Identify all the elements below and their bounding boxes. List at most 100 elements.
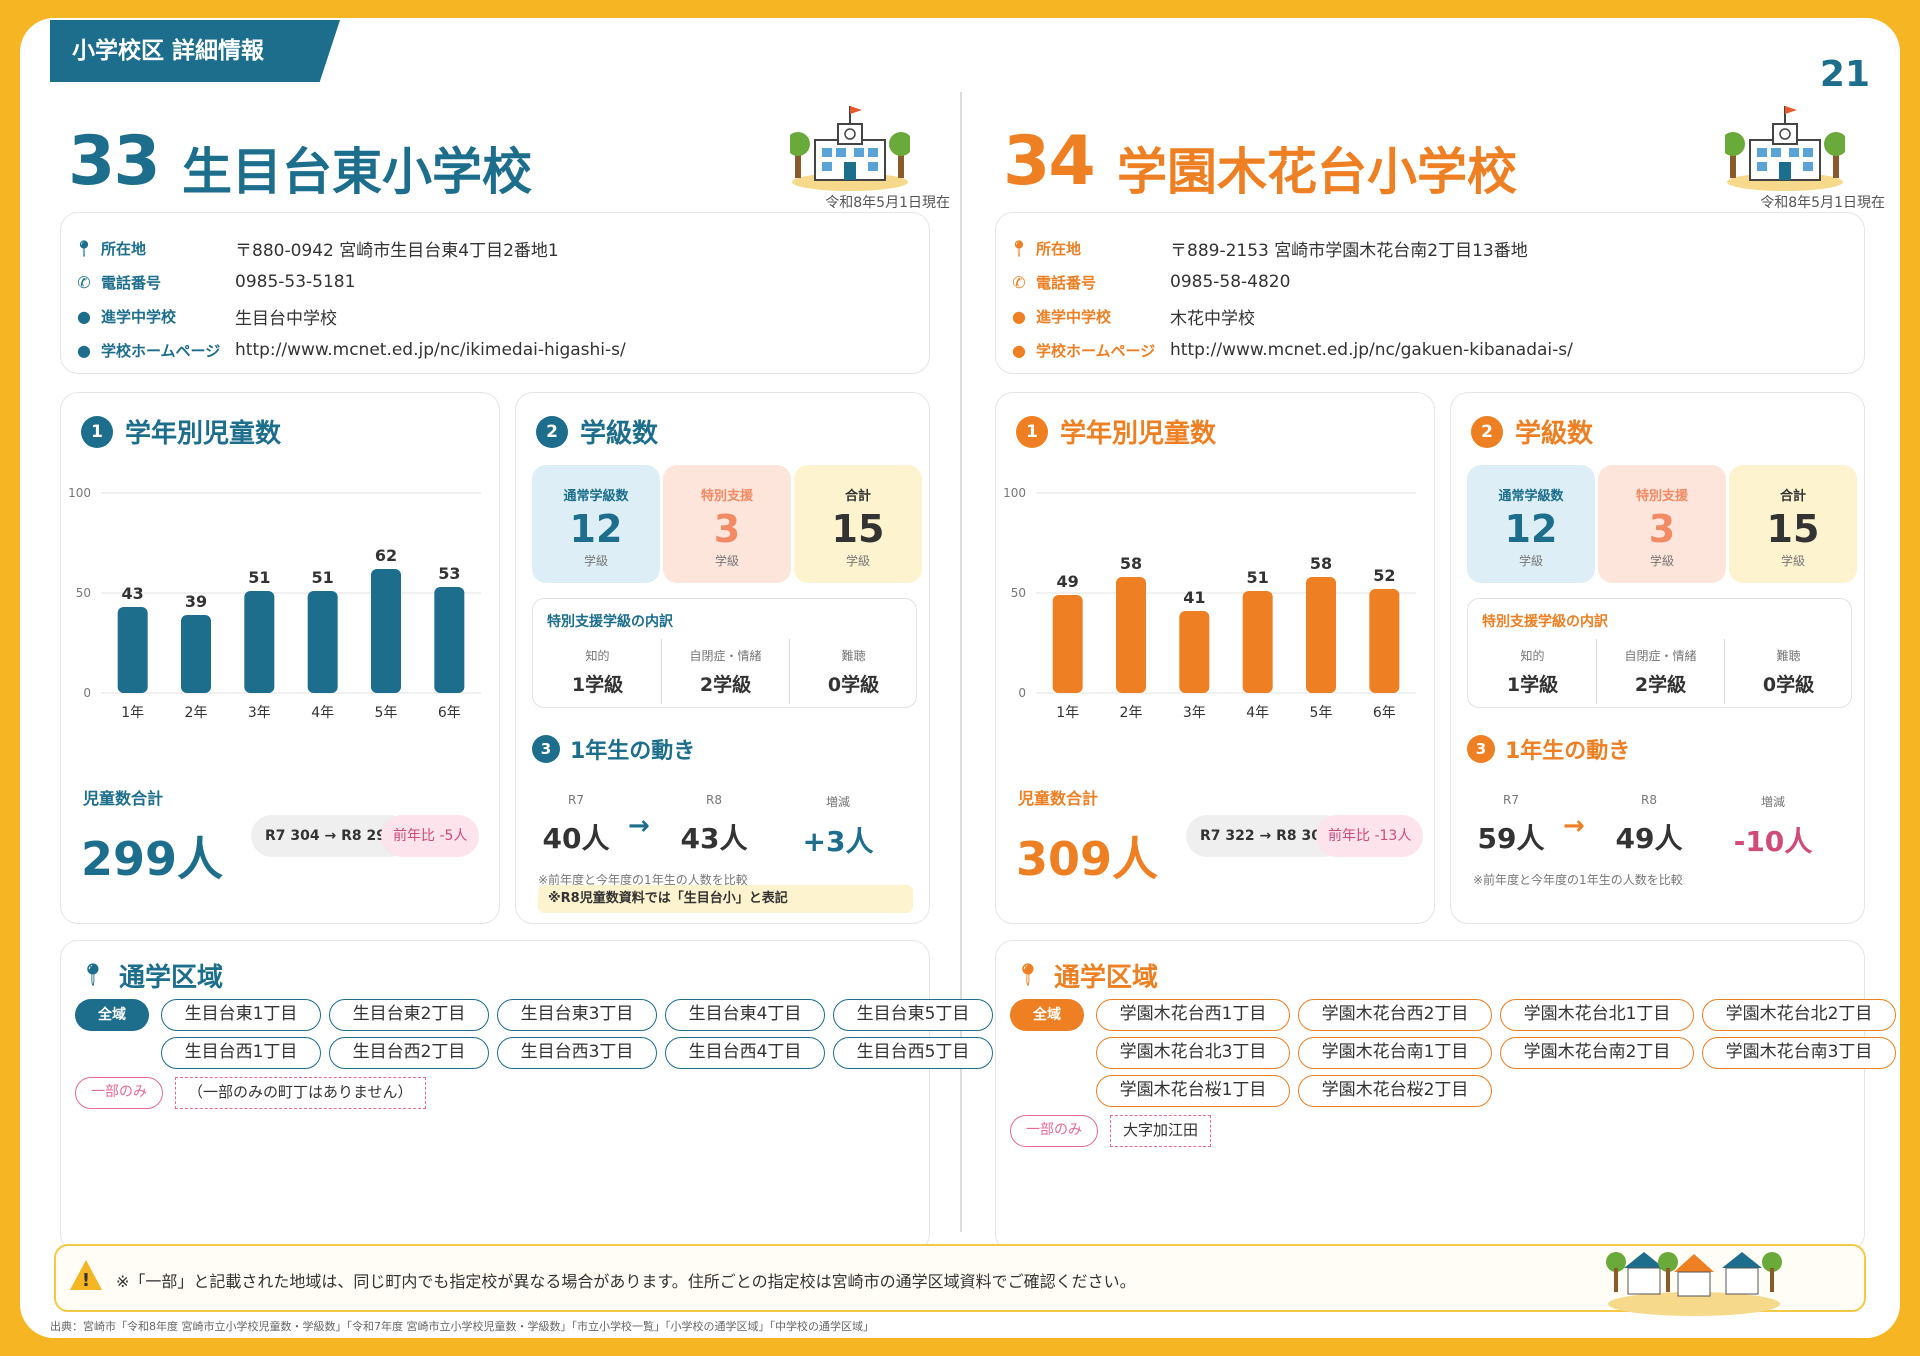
special-value: 3 (1648, 507, 1676, 551)
area-chip: 学園木花台北1丁目 (1500, 999, 1694, 1031)
section-3-title: 1年生の動き (1505, 739, 1631, 764)
move-r7: 40人 (542, 822, 610, 855)
move-key: R8 (706, 793, 722, 807)
as-of-date: 令和8年5月1日現在 (825, 195, 950, 211)
area-chip: 学園木花台北2丁目 (1702, 999, 1896, 1031)
page-number: 21 (1819, 54, 1870, 95)
address-value: 〒880-0942 宮崎市生目台東4丁目2番地1 (235, 240, 559, 261)
bar-value-label: 53 (438, 564, 460, 583)
homepage-link[interactable]: http://www.mcnet.ed.jp/nc/gakuen-kibanad… (1170, 340, 1573, 360)
special-breakdown: 特別支援学級の内訳 知的 1学級 自閉症・情緒 2学級 難聴 0学級 (532, 598, 917, 708)
phone-value: 0985-58-4820 (1170, 272, 1291, 292)
sum-label: 合計 (1779, 489, 1806, 504)
warning-icon: ! (70, 1260, 102, 1291)
bar (244, 591, 275, 693)
bar-value-label: 51 (248, 568, 270, 587)
y-tick-label: 100 (1003, 486, 1026, 500)
breakdown-title: 特別支援学級の内訳 (547, 614, 673, 630)
address-row: 📍︎ 所在地 〒880-0942 宮崎市生目台東4丁目2番地1 (73, 233, 559, 263)
regular-label: 通常学級数 (563, 489, 629, 504)
area-chip: 生目台西1丁目 (161, 1037, 321, 1069)
section-2-header: 2 学級数 (536, 413, 658, 450)
school-district-card: 📍︎ 通学区域 全域 一部のみ 大字加江田 学園木花台西1丁目 学園木花台西2丁目… (995, 940, 1896, 1252)
bar-value-label: 62 (375, 546, 397, 565)
area-chip: 生目台東4丁目 (665, 999, 825, 1031)
homepage-link[interactable]: http://www.mcnet.ed.jp/nc/ikimedai-higas… (235, 340, 626, 360)
bar (1306, 577, 1336, 693)
move-extra-note: ※R8児童数資料では「生目台小」と表記 (538, 885, 913, 913)
school-number: 34 (1003, 122, 1096, 201)
special-breakdown: 特別支援学級の内訳 知的 1学級 自閉症・情緒 2学級 難聴 0学級 (1467, 598, 1852, 708)
bar-value-label: 41 (1183, 588, 1205, 607)
address-row: 📍︎ 所在地 〒889-2153 宮崎市学園木花台南2丁目13番地 (1008, 233, 1528, 263)
unit: 学級 (1649, 554, 1674, 568)
school-district-card: 📍︎ 通学区域 全域 一部のみ （一部のみの町丁はありません） 生目台東1丁目生… (60, 940, 993, 1252)
school-number: 33 (68, 122, 161, 201)
bar (1052, 595, 1083, 693)
partial-area-badge: 一部のみ (1010, 1115, 1098, 1147)
total-value: 309人 (1016, 832, 1159, 886)
school-building-icon (1725, 106, 1845, 191)
breakdown-key: 自閉症・情緒 (1624, 649, 1697, 663)
bar-value-label: 43 (122, 584, 144, 603)
homepage-row: ● 学校ホームページ http://www.mcnet.ed.jp/nc/gak… (1008, 335, 1573, 365)
area-chip: 学園木花台南3丁目 (1702, 1037, 1896, 1069)
special-class-box: 特別支援 3 学級 (1598, 465, 1726, 583)
section-1-header: 1 学年別児童数 (81, 413, 281, 450)
y-tick-label: 0 (1018, 686, 1026, 700)
school-building-icon (790, 106, 910, 191)
homepage-label: 学校ホームページ (1036, 341, 1156, 360)
middle-school-label: 進学中学校 (101, 307, 177, 326)
partial-area-chip: 大字加江田 (1110, 1115, 1212, 1147)
phone-row: ✆ 電話番号 0985-53-5181 (73, 267, 355, 297)
total-label: 児童数合計 (83, 789, 164, 808)
class-card: 2 学級数 通常学級数 12 学級 特別支援 3 学級 合計 15 学級 特別支… (1450, 392, 1865, 924)
x-tick-label: 4年 (1246, 705, 1269, 721)
phone-icon: ✆ (77, 272, 91, 292)
area-chip: 生目台西3丁目 (497, 1037, 657, 1069)
notice-box: ! ※「一部」と記載された地域は、同じ町内でも指定校が異なる場合があります。住所… (54, 1244, 1866, 1316)
district-title: 通学区域 (118, 963, 223, 993)
address-value: 〒889-2153 宮崎市学園木花台南2丁目13番地 (1170, 240, 1528, 261)
sum-class-box: 合計 15 学級 (1729, 465, 1857, 583)
district-title: 通学区域 (1053, 963, 1158, 993)
bullet-icon: ● (1012, 340, 1026, 360)
district-header: 📍︎ 通学区域 (79, 957, 223, 994)
move-key: 増減 (825, 795, 850, 809)
section-3-header: 3 1年生の動き (1467, 733, 1630, 765)
section-2-title: 学級数 (1515, 419, 1594, 449)
area-chip: 生目台東2丁目 (329, 999, 489, 1031)
x-tick-label: 5年 (1310, 705, 1333, 721)
full-area-badge: 全域 (1010, 999, 1084, 1031)
unit: 学級 (1780, 554, 1805, 568)
houses-illustration-icon (1606, 1252, 1782, 1316)
area-chip: 学園木花台南2丁目 (1500, 1037, 1694, 1069)
bar-value-label: 52 (1373, 566, 1395, 585)
x-tick-label: 3年 (1183, 705, 1206, 721)
grade-bar-chart: 0 50 100 49 1年 58 2年 41 3年 51 4年 58 5年 52 6年 (1003, 486, 1416, 721)
breakdown-value: 0学級 (1762, 674, 1815, 696)
section-1-header: 1 学年別児童数 (1016, 413, 1216, 450)
total-value: 299人 (81, 832, 224, 886)
phone-label: 電話番号 (101, 273, 162, 292)
x-tick-label: 4年 (311, 705, 334, 721)
bullet-icon: ● (77, 340, 91, 360)
move-r8: 43人 (680, 822, 748, 855)
grade-card: 1 学年別児童数 0 50 100 49 1年 58 2年 41 3年 51 4年 58 5年 52 6年 … (995, 392, 1435, 924)
bar-value-label: 51 (312, 568, 334, 587)
phone-row: ✆ 電話番号 0985-58-4820 (1008, 267, 1290, 297)
arrow-right-icon: → (1563, 811, 1585, 841)
full-area-badge: 全域 (75, 999, 149, 1031)
district-header: 📍︎ 通学区域 (1014, 957, 1158, 994)
notice-text: ※「一部」と記載された地域は、同じ町内でも指定校が異なる場合があります。住所ごと… (116, 1272, 1136, 1291)
move-diff: -10人 (1733, 825, 1813, 858)
breakdown-value: 2学級 (1634, 674, 1687, 696)
bar (1179, 611, 1210, 693)
regular-value: 12 (1504, 507, 1558, 551)
regular-value: 12 (569, 507, 623, 551)
move-r8: 49人 (1615, 822, 1683, 855)
location-pin-icon: 📍︎ (73, 238, 95, 258)
area-chip: 学園木花台桜2丁目 (1298, 1075, 1492, 1107)
breakdown-value: 0学級 (827, 674, 880, 696)
section-number-badge: 3 (532, 735, 560, 763)
